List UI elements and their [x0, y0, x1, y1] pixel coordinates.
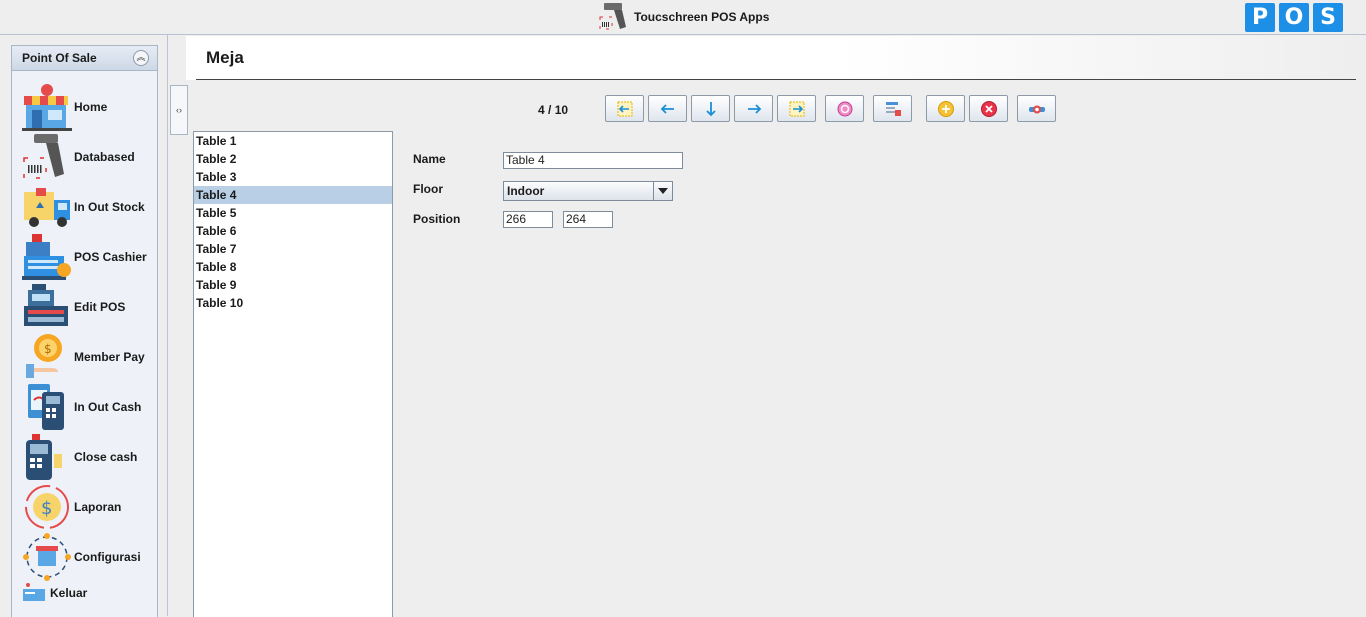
dollar-cycle-icon: $ [25, 485, 69, 529]
first-icon [617, 101, 632, 116]
list-item[interactable]: Table 1 [194, 132, 392, 150]
chevron-down-icon [658, 188, 668, 194]
title-bar: Toucschreen POS Apps P O S [0, 0, 1366, 35]
network-store-icon [23, 533, 71, 581]
sort-button[interactable] [873, 95, 912, 122]
record-separator: / [548, 103, 552, 117]
barcode-scanner-logo-icon [599, 3, 626, 30]
reload-button[interactable] [691, 95, 730, 122]
sort-icon [885, 101, 901, 116]
last-record-button[interactable] [777, 95, 816, 122]
collapse-up-icon[interactable]: ︽ [133, 50, 149, 66]
sidebar-item-label: POS Cashier [74, 250, 147, 264]
record-counter: 4 / 10 [538, 103, 568, 117]
last-icon [789, 101, 804, 116]
sidebar-item-label: Member Pay [74, 350, 145, 364]
refresh-button[interactable] [825, 95, 864, 122]
save-button[interactable] [1017, 95, 1056, 122]
dropdown-arrow-button[interactable] [653, 182, 672, 200]
next-record-button[interactable] [734, 95, 773, 122]
list-item[interactable]: Table 5 [194, 204, 392, 222]
sidebar-item-label: In Out Cash [74, 400, 142, 414]
svg-text:$: $ [41, 498, 52, 519]
refresh-icon [837, 101, 852, 116]
list-item[interactable]: Table 9 [194, 276, 392, 294]
edc-machine-icon [26, 434, 62, 480]
table-list[interactable]: Table 1 Table 2 Table 3 Table 4 Table 5 … [193, 131, 393, 617]
page-header: Meja [186, 36, 1366, 80]
sidebar-header: Point Of Sale ︽ [12, 46, 157, 71]
cash-register-icon [22, 234, 71, 280]
current-record: 4 [538, 103, 545, 117]
list-item[interactable]: Table 10 [194, 294, 392, 312]
header-divider [196, 79, 1356, 80]
exit-card-icon [23, 583, 45, 601]
brand-letter: S [1313, 3, 1343, 32]
list-item[interactable]: Table 8 [194, 258, 392, 276]
pos-terminal-icon [24, 284, 68, 326]
double-chevron-icon: ‹› [176, 105, 182, 115]
coin-hand-icon: $ [26, 334, 62, 378]
sidebar-title: Point Of Sale [22, 51, 97, 65]
brand-letter: P [1245, 3, 1275, 32]
list-item[interactable]: Table 6 [194, 222, 392, 240]
sidebar-item-configurasi[interactable]: Configurasi [22, 532, 141, 582]
sidebar-item-home[interactable]: Home [22, 82, 107, 132]
delete-button[interactable] [969, 95, 1008, 122]
brand-letter: O [1279, 3, 1309, 32]
first-record-button[interactable] [605, 95, 644, 122]
pos-brand-logo: P O S [1245, 3, 1343, 32]
sidebar-item-in-out-stock[interactable]: In Out Stock [22, 182, 145, 232]
sidebar-item-label: Home [74, 100, 108, 114]
floor-select-value: Indoor [507, 184, 545, 198]
sidebar-toggle-button[interactable]: ‹› [170, 85, 188, 135]
floor-label: Floor [413, 182, 443, 196]
sidebar-item-label: In Out Stock [74, 200, 145, 214]
sidebar-item-close-cash[interactable]: Close cash [22, 432, 137, 482]
sidebar-item-databased[interactable]: Databased [22, 132, 135, 182]
sidebar-item-label: Databased [74, 150, 135, 164]
floor-select[interactable]: Indoor [503, 181, 673, 201]
name-field[interactable]: Table 4 [503, 152, 683, 169]
position-y-field[interactable]: 264 [563, 211, 613, 228]
position-x-field[interactable]: 266 [503, 211, 553, 228]
sidebar-item-label: Edit POS [74, 300, 126, 314]
delivery-truck-icon [24, 188, 70, 227]
list-item[interactable]: Table 7 [194, 240, 392, 258]
sidebar-item-member-pay[interactable]: $ Member Pay [22, 332, 145, 382]
barcode-scanner-icon [23, 134, 64, 179]
app-title-group: Toucschreen POS Apps [598, 0, 769, 34]
card-reader-icon [28, 384, 64, 430]
arrow-left-icon [660, 103, 674, 114]
previous-record-button[interactable] [648, 95, 687, 122]
sidebar-item-in-out-cash[interactable]: In Out Cash [22, 382, 141, 432]
sidebar-item-keluar[interactable]: Keluar [22, 582, 87, 604]
sidebar-item-edit-pos[interactable]: Edit POS [22, 282, 125, 332]
arrow-right-icon [747, 103, 761, 114]
sidebar-item-pos-cashier[interactable]: POS Cashier [22, 232, 147, 282]
app-title: Toucschreen POS Apps [634, 10, 770, 24]
add-icon [937, 100, 954, 117]
add-button[interactable] [926, 95, 965, 122]
panel-divider [167, 34, 168, 616]
svg-text:$: $ [44, 342, 52, 356]
name-label: Name [413, 152, 446, 166]
sidebar: Point Of Sale ︽ Home Databased In Out St… [11, 45, 158, 617]
sidebar-item-label: Keluar [50, 586, 88, 600]
sidebar-item-label: Configurasi [74, 550, 141, 564]
sidebar-item-label: Close cash [74, 450, 138, 464]
list-item-selected[interactable]: Table 4 [194, 186, 392, 204]
sidebar-item-laporan[interactable]: $ Laporan [22, 482, 121, 532]
list-item[interactable]: Table 2 [194, 150, 392, 168]
total-records: 10 [554, 103, 569, 117]
delete-icon [980, 100, 997, 117]
arrow-down-icon [705, 101, 716, 116]
list-item[interactable]: Table 3 [194, 168, 392, 186]
save-icon [1028, 105, 1045, 113]
sidebar-item-label: Laporan [74, 500, 122, 514]
shop-icon [22, 84, 72, 131]
page-title: Meja [206, 48, 244, 67]
position-label: Position [413, 212, 461, 226]
